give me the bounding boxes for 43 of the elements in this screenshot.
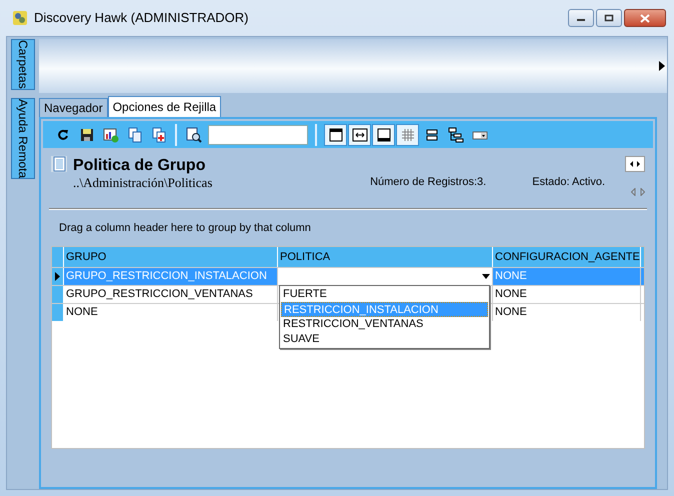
document-icon [51,156,67,172]
left-right-arrows-icon [630,161,640,167]
status-text: Estado: Activo. [532,175,605,190]
fit-columns-button[interactable] [348,124,371,146]
dropdown-arrow-icon[interactable] [482,274,490,278]
panel-footer-icon [376,126,392,142]
table-cell: NONE [64,304,278,320]
header-toggle-button[interactable] [324,124,347,146]
window-title: Discovery Hawk (ADMINISTRADOR) [34,9,249,28]
minimize-button[interactable] [568,9,594,27]
maximize-button[interactable] [596,9,622,27]
scroll-buttons[interactable] [625,156,645,172]
page-title: Politica de Grupo [73,156,206,176]
current-row-icon [55,272,60,280]
panel-header-icon [328,126,344,142]
app-logo-icon [12,10,28,26]
copy-icon [126,126,142,142]
side-tab[interactable]: Carpetas [11,39,35,90]
dropdown-option[interactable]: RESTRICCION_VENTANAS [281,316,488,332]
close-button[interactable] [624,9,666,27]
close-icon [640,14,650,22]
group-rows-icon [424,126,440,142]
group-by-hint: Drag a column header here to group by that column [59,221,312,236]
scroll-arrows-icon[interactable] [631,188,645,196]
grid-icon [400,126,416,142]
table-cell: NONE [493,304,641,320]
maximize-icon [604,14,614,22]
row-indicator[interactable] [52,268,64,284]
search-field[interactable] [208,124,308,144]
fit-width-icon [352,126,368,142]
side-tab[interactable]: Ayuda Remota [11,98,35,179]
magnifier-document-icon [186,126,202,142]
tab[interactable]: Opciones de Rejilla [108,96,222,117]
breadcrumb-path: ..\Administración\Politicas [73,176,212,190]
tab[interactable]: Navegador [39,98,108,117]
hierarchy-icon [448,126,464,142]
chart-icon [102,126,118,142]
dropdown-option[interactable]: FUERTE [281,286,488,302]
footer-toggle-button[interactable] [372,124,395,146]
record-count: Número de Registros:3. [370,175,486,190]
add-document-icon [150,126,166,142]
dropdown-option[interactable]: SUAVE [281,332,488,346]
expand-arrow-icon[interactable] [659,61,665,71]
